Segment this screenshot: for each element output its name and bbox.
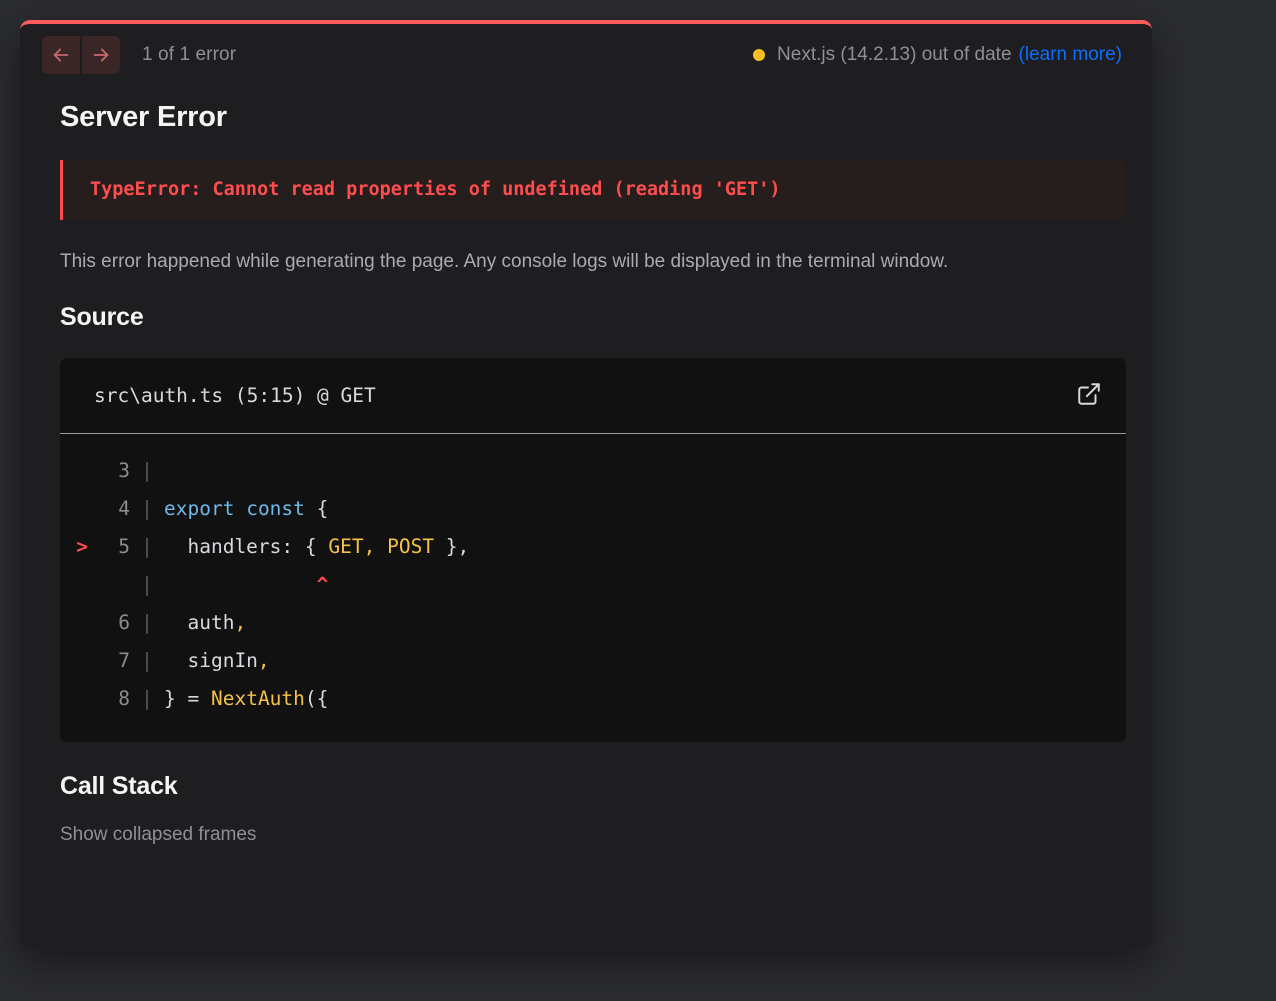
- line-number: 5: [118, 535, 130, 558]
- gutter-spacer: [60, 642, 88, 680]
- previous-error-button[interactable]: [42, 36, 80, 74]
- code-line: | ^: [60, 566, 1126, 604]
- gutter-divider: |: [141, 459, 153, 482]
- page-title: Server Error: [60, 101, 227, 133]
- code-line: 7 | signIn,: [60, 642, 1126, 680]
- error-nav-group: [42, 36, 120, 74]
- error-count-label: 1 of 1 error: [142, 44, 237, 65]
- status-dot-icon: [753, 49, 766, 61]
- callstack-heading: Call Stack: [60, 772, 178, 800]
- source-code-lines: 3 | 4 | export const {>5 | handlers: { GET, P…: [60, 434, 1126, 742]
- overlay-body: Server Error TypeError: Cannot read prop…: [20, 101, 1152, 846]
- code-line-text: } = NextAuth({: [164, 680, 328, 718]
- code-line-text: ^: [164, 566, 329, 604]
- overlay-header: 1 of 1 error Next.js (14.2.13) out of da…: [20, 24, 1152, 86]
- version-status: Next.js (14.2.13) out of date (learn mor…: [753, 44, 1122, 66]
- external-link-icon: [1076, 381, 1102, 410]
- gutter-divider: |: [141, 687, 153, 710]
- code-token: GET: [328, 535, 364, 558]
- code-token: NextAuth: [210, 687, 305, 710]
- line-number: 3: [118, 459, 130, 482]
- line-number: 4: [118, 497, 130, 520]
- code-token: export: [164, 497, 235, 520]
- gutter-divider: |: [141, 649, 153, 672]
- next-error-button[interactable]: [82, 36, 120, 74]
- code-token: signIn: [164, 649, 258, 672]
- version-status-label: Next.js (14.2.13) out of date: [777, 44, 1012, 65]
- code-token: ,: [363, 535, 388, 558]
- code-token: },: [434, 535, 470, 558]
- line-number: 7: [118, 649, 130, 672]
- code-line-text: export const {: [164, 490, 328, 528]
- code-token: POST: [387, 535, 435, 558]
- gutter-spacer: [60, 490, 88, 528]
- show-collapsed-frames-button[interactable]: Show collapsed frames: [60, 824, 256, 846]
- code-line: 3 |: [60, 452, 1126, 490]
- code-token: {: [316, 497, 329, 520]
- gutter-spacer: [60, 566, 88, 604]
- code-token: }: [164, 687, 188, 710]
- code-token: handlers: {: [164, 535, 329, 558]
- code-line: >5 | handlers: { GET, POST },: [60, 528, 1126, 566]
- open-in-editor-button[interactable]: [1072, 379, 1106, 413]
- code-line-text: auth,: [164, 604, 246, 642]
- gutter-spacer: [60, 680, 88, 718]
- code-token: const: [246, 497, 305, 520]
- line-number: 6: [118, 611, 130, 634]
- line-number: 8: [118, 687, 130, 710]
- source-file-header: src\auth.ts (5:15) @ GET: [60, 358, 1126, 434]
- error-message-box: TypeError: Cannot read properties of und…: [60, 160, 1126, 220]
- error-line-marker-icon: >: [76, 535, 88, 558]
- code-line-text: handlers: { GET, POST },: [164, 528, 469, 566]
- gutter-divider: |: [141, 535, 153, 558]
- source-heading: Source: [60, 303, 144, 331]
- line-number: [88, 566, 130, 604]
- code-line: 4 | export const {: [60, 490, 1126, 528]
- error-description: This error happened while generating the…: [60, 251, 949, 272]
- code-line-text: signIn,: [164, 642, 270, 680]
- code-line: 6 | auth,: [60, 604, 1126, 642]
- gutter-divider: |: [141, 573, 153, 596]
- source-file-path: src\auth.ts (5:15) @ GET: [94, 384, 376, 407]
- code-token: ^: [164, 573, 329, 596]
- code-token: =: [187, 687, 200, 710]
- arrow-right-icon: [90, 44, 112, 66]
- gutter-spacer: [60, 452, 88, 490]
- code-token: ,: [257, 649, 270, 672]
- gutter-divider: |: [141, 611, 153, 634]
- code-token: ,: [234, 611, 247, 634]
- page-background: 1 of 1 error Next.js (14.2.13) out of da…: [0, 0, 1276, 1001]
- gutter-spacer: [60, 604, 88, 642]
- error-message-text: TypeError: Cannot read properties of und…: [90, 179, 781, 200]
- learn-more-link[interactable]: (learn more): [1019, 44, 1122, 66]
- gutter-divider: |: [141, 497, 153, 520]
- code-line: 8 |} = NextAuth({: [60, 680, 1126, 718]
- source-code-card: src\auth.ts (5:15) @ GET 3 | 4 | export cons…: [60, 358, 1126, 742]
- nextjs-error-overlay-dialog: 1 of 1 error Next.js (14.2.13) out of da…: [20, 20, 1152, 948]
- arrow-left-icon: [50, 44, 72, 66]
- code-token: auth: [164, 611, 235, 634]
- code-token: ({: [304, 687, 329, 710]
